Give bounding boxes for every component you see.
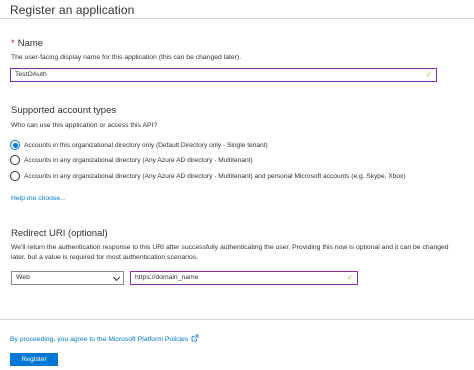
account-option-multitenant-personal[interactable]: Accounts in any organizational directory… bbox=[10, 170, 406, 182]
account-option-label: Accounts in any organizational directory… bbox=[24, 156, 253, 164]
redirect-uri-value: https://domain_name bbox=[135, 274, 199, 281]
account-types-question: Who can use this application or access t… bbox=[11, 122, 158, 129]
name-input-value: TestOAuth bbox=[15, 71, 47, 78]
account-option-label: Accounts in any organizational directory… bbox=[24, 172, 406, 180]
radio-icon[interactable] bbox=[10, 171, 20, 181]
help-me-choose-link[interactable]: Help me choose... bbox=[11, 195, 66, 202]
register-button[interactable]: Register bbox=[10, 353, 58, 366]
required-star: * bbox=[11, 38, 15, 49]
redirect-uri-heading: Redirect URI (optional) bbox=[11, 228, 108, 239]
platform-policies-link[interactable]: By proceeding, you agree to the Microsof… bbox=[10, 334, 199, 343]
account-option-multitenant[interactable]: Accounts in any organizational directory… bbox=[10, 154, 253, 166]
external-link-icon bbox=[191, 334, 199, 342]
name-help-text: The user-facing display name for this ap… bbox=[11, 54, 242, 61]
radio-icon[interactable] bbox=[10, 155, 20, 165]
page-title: Register an application bbox=[10, 3, 135, 17]
chevron-down-icon bbox=[112, 273, 121, 282]
check-icon: ✓ bbox=[425, 70, 432, 79]
radio-selected-icon[interactable] bbox=[10, 140, 20, 150]
check-icon: ✓ bbox=[346, 273, 353, 282]
name-heading: * Name bbox=[11, 38, 43, 49]
platform-select[interactable]: Web bbox=[11, 271, 124, 285]
account-option-label: Accounts in this organizational director… bbox=[24, 141, 268, 149]
footer-divider bbox=[0, 319, 474, 320]
redirect-uri-input[interactable]: https://domain_name ✓ bbox=[130, 271, 358, 285]
account-types-heading: Supported account types bbox=[11, 105, 117, 116]
platform-policies-label: By proceeding, you agree to the Microsof… bbox=[10, 336, 189, 343]
name-input[interactable]: TestOAuth ✓ bbox=[10, 68, 437, 82]
redirect-uri-help-text: We'll return the authentication response… bbox=[11, 244, 449, 261]
account-option-single-tenant[interactable]: Accounts in this organizational director… bbox=[10, 139, 268, 151]
platform-select-value: Web bbox=[16, 274, 30, 281]
title-divider bbox=[0, 18, 474, 19]
name-heading-label: Name bbox=[17, 38, 44, 49]
